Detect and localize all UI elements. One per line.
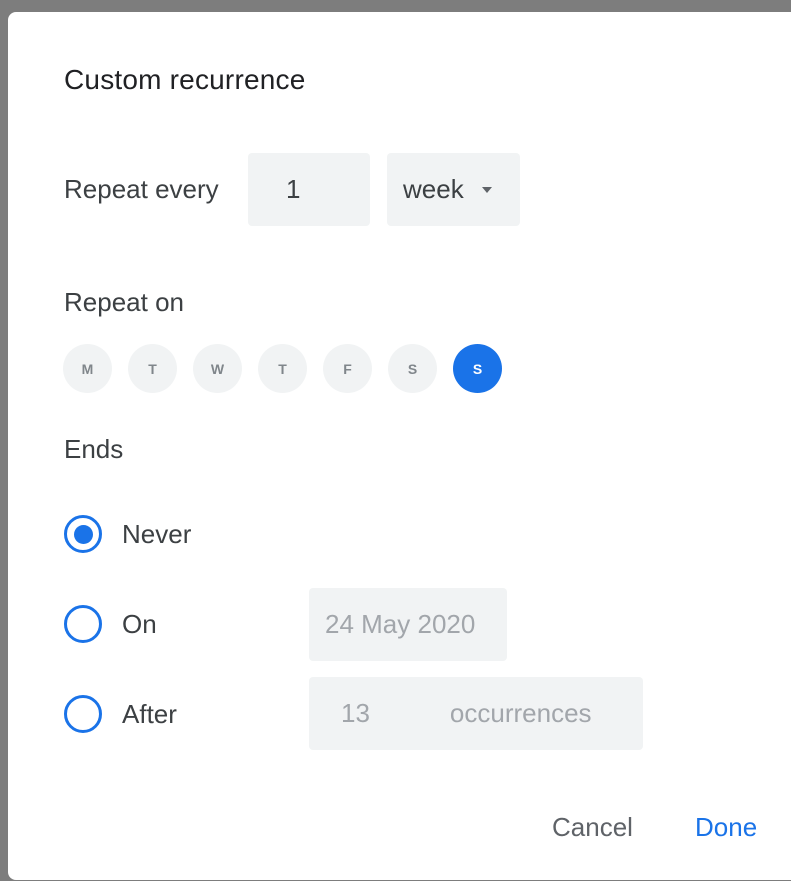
- cancel-button[interactable]: Cancel: [552, 812, 633, 843]
- day-toggle-friday[interactable]: F: [323, 344, 372, 393]
- repeat-every-label: Repeat every: [64, 174, 219, 204]
- ends-label: Ends: [64, 434, 124, 464]
- radio-unchecked-icon[interactable]: [64, 605, 102, 643]
- ends-on-label: On: [122, 608, 157, 639]
- occurrences-unit-label: occurrences: [449, 698, 592, 728]
- day-toggle-sunday[interactable]: S: [453, 344, 502, 393]
- ends-after-option[interactable]: After: [64, 695, 177, 733]
- dialog-title: Custom recurrence: [64, 64, 306, 95]
- end-date-value: 24 May 2020: [325, 609, 476, 639]
- custom-recurrence-dialog: Custom recurrence Repeat every 1 week Re…: [8, 12, 791, 880]
- repeat-unit-select[interactable]: week: [387, 153, 520, 226]
- day-toggle-thursday[interactable]: T: [258, 344, 307, 393]
- repeat-on-label: Repeat on: [64, 287, 184, 317]
- dropdown-caret-icon: [481, 186, 492, 193]
- day-toggle-tuesday[interactable]: T: [128, 344, 177, 393]
- day-toggle-monday[interactable]: M: [63, 344, 112, 393]
- ends-never-label: Never: [122, 518, 192, 549]
- weekday-selector: M T W T F S S: [63, 344, 502, 393]
- repeat-interval-input[interactable]: 1: [248, 153, 370, 226]
- radio-unchecked-icon[interactable]: [64, 695, 102, 733]
- occurrences-count: 13: [341, 698, 370, 728]
- occurrences-input[interactable]: 13 occurrences: [309, 677, 643, 750]
- ends-after-label: After: [122, 698, 177, 729]
- day-toggle-saturday[interactable]: S: [388, 344, 437, 393]
- day-toggle-wednesday[interactable]: W: [193, 344, 242, 393]
- ends-never-option[interactable]: Never: [64, 515, 191, 553]
- repeat-interval-value: 1: [286, 174, 301, 204]
- radio-checked-icon[interactable]: [64, 515, 102, 553]
- repeat-unit-value: week: [403, 174, 464, 204]
- end-date-input[interactable]: 24 May 2020: [309, 588, 507, 661]
- done-button[interactable]: Done: [695, 812, 757, 843]
- ends-on-option[interactable]: On: [64, 605, 157, 643]
